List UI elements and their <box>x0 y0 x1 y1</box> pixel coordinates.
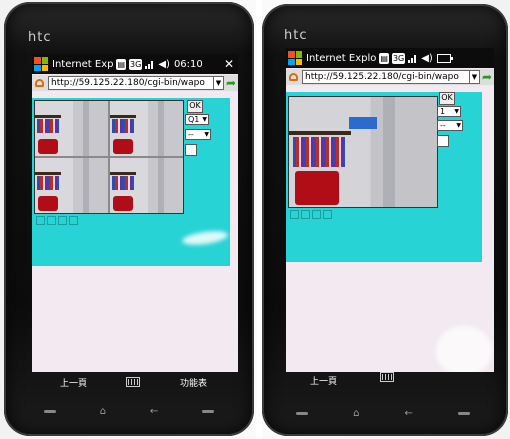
left-screen: Internet Exp ▤ 3G ◀) 06:10 ✕ http://59.1… <box>32 54 238 372</box>
screen-glare <box>436 326 492 372</box>
softkey-back[interactable]: 上一頁 <box>310 374 337 387</box>
video-feed-single[interactable] <box>288 96 438 208</box>
connection-icon: ▤ <box>116 58 127 70</box>
camera-select[interactable]: Q1 ▼ <box>185 114 209 125</box>
video-cell <box>35 101 108 156</box>
camera-select-value: Q1 <box>188 115 200 124</box>
volume-icon[interactable]: ◀) <box>421 53 433 64</box>
mode-select[interactable]: -- ▼ <box>437 120 463 131</box>
hardware-keys: ⌂ ← <box>44 406 214 417</box>
signal-icon <box>408 53 418 63</box>
call-icon[interactable] <box>296 412 308 415</box>
windows-logo-icon[interactable] <box>34 57 48 71</box>
video-cell <box>35 158 108 213</box>
video-feed-quad[interactable] <box>34 100 184 214</box>
preset-thumb[interactable] <box>323 210 332 219</box>
video-cell <box>289 97 437 207</box>
video-cell <box>110 101 183 156</box>
mode-select[interactable]: -- ▼ <box>185 129 211 140</box>
app-title: Internet Explo <box>306 52 377 64</box>
page-icon <box>288 71 300 83</box>
preset-thumbnails <box>290 210 332 219</box>
go-arrow-icon[interactable]: ➦ <box>224 76 238 90</box>
status-bar: Internet Explo ▤ 3G ◀) <box>286 48 494 68</box>
back-icon[interactable]: ← <box>405 408 413 419</box>
dropdown-arrow-icon[interactable]: ▼ <box>214 76 224 90</box>
right-screen: Internet Explo ▤ 3G ◀) http://59.125.22.… <box>286 48 494 372</box>
address-bar: http://59.125.22.180/cgi-bin/wapo ▼ ➦ <box>286 69 494 85</box>
signal-icon <box>145 59 155 69</box>
battery-icon <box>436 53 453 63</box>
ok-button[interactable]: OK <box>439 92 455 105</box>
dropdown-arrow-icon[interactable]: ▼ <box>470 70 480 84</box>
home-icon[interactable]: ⌂ <box>100 406 106 417</box>
page-icon <box>34 77 46 89</box>
network-type-badge: 3G <box>129 58 143 70</box>
photo-frame: htc Internet Exp ▤ 3G ◀) 06:10 ✕ http://… <box>0 0 510 439</box>
call-icon[interactable] <box>44 410 56 413</box>
chevron-down-icon: ▼ <box>202 116 207 123</box>
chevron-down-icon: ▼ <box>454 108 459 115</box>
preset-thumb[interactable] <box>301 210 310 219</box>
option-checkbox[interactable] <box>185 144 197 156</box>
brand-label: htc <box>28 30 52 45</box>
clock: 06:10 <box>173 58 203 70</box>
windows-logo-icon[interactable] <box>288 51 302 65</box>
connection-icon: ▤ <box>379 52 389 64</box>
app-title: Internet Exp <box>52 58 114 70</box>
option-checkbox[interactable] <box>437 135 449 147</box>
hardware-keys: ⌂ ← <box>296 408 470 419</box>
preset-thumb[interactable] <box>312 210 321 219</box>
preset-thumb[interactable] <box>36 216 45 225</box>
url-input[interactable]: http://59.125.22.180/cgi-bin/wapo <box>302 70 470 84</box>
camera-select[interactable]: 1 ▼ <box>437 106 461 117</box>
keyboard-icon[interactable] <box>126 377 140 387</box>
softkey-back[interactable]: 上一頁 <box>60 376 87 389</box>
url-input[interactable]: http://59.125.22.180/cgi-bin/wapo <box>48 76 214 90</box>
volume-icon[interactable]: ◀) <box>158 59 170 70</box>
web-page: OK Q1 ▼ -- ▼ <box>32 92 238 372</box>
preset-thumb[interactable] <box>47 216 56 225</box>
left-phone: htc Internet Exp ▤ 3G ◀) 06:10 ✕ http://… <box>4 2 254 436</box>
chevron-down-icon: ▼ <box>204 131 209 138</box>
video-cell <box>110 158 183 213</box>
preset-thumb[interactable] <box>58 216 67 225</box>
brand-label: htc <box>284 28 308 43</box>
preset-thumbnails <box>36 216 78 225</box>
mode-select-value: -- <box>188 130 194 139</box>
address-bar: http://59.125.22.180/cgi-bin/wapo ▼ ➦ <box>32 75 238 91</box>
status-bar: Internet Exp ▤ 3G ◀) 06:10 ✕ <box>32 54 238 74</box>
camera-select-value: 1 <box>440 107 446 116</box>
close-icon[interactable]: ✕ <box>224 57 234 71</box>
back-icon[interactable]: ← <box>150 406 158 417</box>
end-call-icon[interactable] <box>457 412 470 415</box>
web-page: OK 1 ▼ -- ▼ <box>286 86 494 372</box>
home-icon[interactable]: ⌂ <box>353 408 359 419</box>
softkey-menu[interactable]: 功能表 <box>180 376 207 389</box>
chevron-down-icon: ▼ <box>456 122 461 129</box>
preset-thumb[interactable] <box>290 210 299 219</box>
ok-button[interactable]: OK <box>187 100 203 113</box>
preset-thumb[interactable] <box>69 216 78 225</box>
network-type-badge: 3G <box>391 52 406 64</box>
keyboard-icon[interactable] <box>380 372 394 382</box>
mode-select-value: -- <box>440 121 446 130</box>
go-arrow-icon[interactable]: ➦ <box>480 70 494 84</box>
right-phone: htc Internet Explo ▤ 3G ◀) http://59.125… <box>262 4 508 436</box>
end-call-icon[interactable] <box>202 410 214 413</box>
